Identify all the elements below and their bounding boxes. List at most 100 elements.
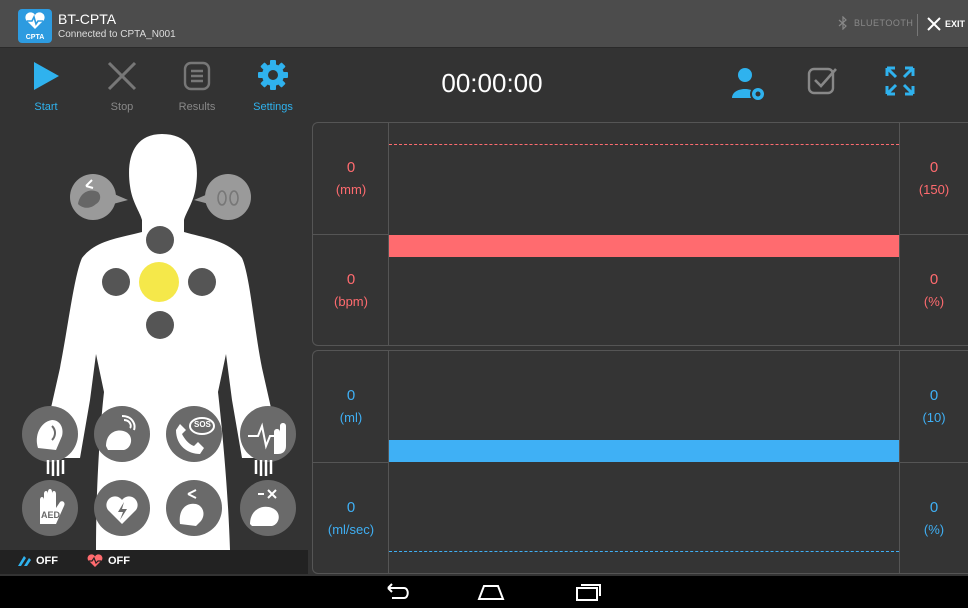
bluetooth-icon: [838, 16, 847, 30]
checkbox-icon: [807, 67, 837, 95]
settings-label: Settings: [253, 101, 293, 113]
call-sos-button[interactable]: SOS: [166, 406, 222, 462]
divider: [388, 351, 389, 573]
exit-label: EXIT: [945, 19, 966, 29]
flow-percent-value: 0: [929, 499, 939, 516]
pad-top[interactable]: [146, 226, 174, 254]
shake-victim-button[interactable]: [22, 406, 78, 462]
target-value: 0: [929, 159, 939, 176]
divider: [313, 462, 388, 463]
divider: [388, 123, 389, 345]
results-list-icon: [183, 61, 211, 91]
listen-breathing-icon: [106, 415, 136, 450]
volume-target-value: 0: [929, 387, 939, 404]
defibrillate-button[interactable]: [94, 480, 150, 536]
bluetooth-label: BLUETOOTH: [854, 18, 914, 28]
aed-hand-icon: [40, 489, 65, 524]
settings-button[interactable]: Settings: [243, 58, 303, 118]
user-settings-button[interactable]: [730, 64, 770, 109]
heart-bolt-icon: [106, 496, 138, 524]
flow-value: 0: [346, 499, 356, 516]
pad-center-active[interactable]: [139, 262, 179, 302]
left-hand-icon: [46, 460, 65, 476]
divider: [899, 234, 968, 235]
pad-right[interactable]: [188, 268, 216, 296]
heart-sensor-status: OFF: [86, 554, 130, 568]
head-tilt-bubble[interactable]: [66, 172, 128, 222]
system-nav-bar: [0, 576, 968, 608]
head-turn-icon: [179, 489, 204, 526]
divider: [899, 462, 968, 463]
app-logo: CPTA: [18, 9, 52, 43]
phone-sos-icon: [176, 417, 215, 454]
ventilation-bar: [389, 440, 899, 462]
heart-rate-icon: [87, 554, 103, 567]
rate-readout: 0 (bpm): [313, 271, 389, 309]
right-hand-icon: [254, 460, 273, 476]
play-icon: [34, 62, 59, 90]
results-button[interactable]: Results: [167, 58, 227, 118]
rate-percent-readout: 0 (%): [899, 271, 968, 309]
recent-apps-icon[interactable]: [574, 582, 602, 602]
target-readout: 0 (150): [899, 159, 968, 197]
target-unit: (150): [918, 182, 950, 197]
lungs-icon: [194, 174, 251, 220]
fullscreen-button[interactable]: [883, 64, 917, 103]
compression-bar: [389, 235, 899, 257]
divider: [917, 14, 918, 36]
compression-status-label: OFF: [36, 555, 58, 567]
volume-value: 0: [346, 387, 356, 404]
exit-button[interactable]: EXIT: [926, 16, 965, 32]
flow-percent-readout: 0 (%): [899, 499, 968, 537]
close-icon: [927, 17, 941, 31]
rate-unit: (bpm): [334, 294, 368, 309]
rate-percent-value: 0: [929, 271, 939, 288]
shoulder-tap-icon: [36, 420, 63, 450]
check-breathing-button[interactable]: [94, 406, 150, 462]
app-window: CPTA BT-CPTA Connected to CPTA_N001 BLUE…: [0, 0, 968, 608]
pad-left[interactable]: [102, 268, 130, 296]
rate-percent-unit: (%): [923, 294, 945, 309]
flow-percent-unit: (%): [923, 522, 945, 537]
back-icon[interactable]: [382, 583, 410, 601]
no-breath-icon: [250, 489, 279, 526]
ventilation-panel: 0 (ml) 0 (10) 0 (ml/sec) 0 (%): [312, 350, 968, 574]
stop-icon: [107, 61, 137, 91]
sos-label: SOS: [194, 420, 211, 429]
rate-value: 0: [346, 271, 356, 288]
connection-status: Connected to CPTA_N001: [58, 29, 176, 40]
volume-readout: 0 (ml): [313, 387, 389, 425]
gear-icon: [258, 60, 288, 90]
title-bar: CPTA BT-CPTA Connected to CPTA_N001 BLUE…: [0, 0, 968, 48]
stop-label: Stop: [110, 101, 134, 113]
logo-text: CPTA: [25, 34, 45, 41]
heart-logo-icon: [25, 12, 45, 29]
results-label: Results: [178, 101, 216, 113]
start-button[interactable]: Start: [16, 58, 76, 118]
depth-value: 0: [346, 159, 356, 176]
compression-sensor-status: OFF: [16, 554, 58, 568]
expand-icon: [885, 66, 915, 96]
start-label: Start: [34, 101, 58, 113]
flow-readout: 0 (ml/sec): [313, 499, 389, 537]
pad-bottom[interactable]: [146, 311, 174, 339]
aed-label: AED: [41, 510, 61, 520]
flow-target-line: [389, 551, 899, 552]
flow-unit: (ml/sec): [327, 522, 375, 537]
depth-unit: (mm): [335, 182, 367, 197]
recovery-position-button[interactable]: [166, 480, 222, 536]
device-status-bar: OFF OFF: [0, 550, 308, 574]
compression-panel: 0 (mm) 0 (150) 0 (bpm) 0 (%): [312, 122, 968, 346]
check-pulse-button[interactable]: [240, 406, 296, 462]
stop-button[interactable]: Stop: [92, 58, 152, 118]
check-button[interactable]: [806, 64, 840, 103]
aed-button[interactable]: AED: [22, 480, 78, 536]
no-breathing-button[interactable]: [240, 480, 296, 536]
airway-bubble[interactable]: [186, 172, 256, 222]
head-tilt-icon: [70, 174, 128, 220]
pulse-check-icon: [248, 422, 286, 454]
bluetooth-button[interactable]: BLUETOOTH: [838, 16, 913, 30]
home-icon[interactable]: [476, 582, 506, 602]
app-title: BT-CPTA: [58, 11, 117, 27]
depth-readout: 0 (mm): [313, 159, 389, 197]
